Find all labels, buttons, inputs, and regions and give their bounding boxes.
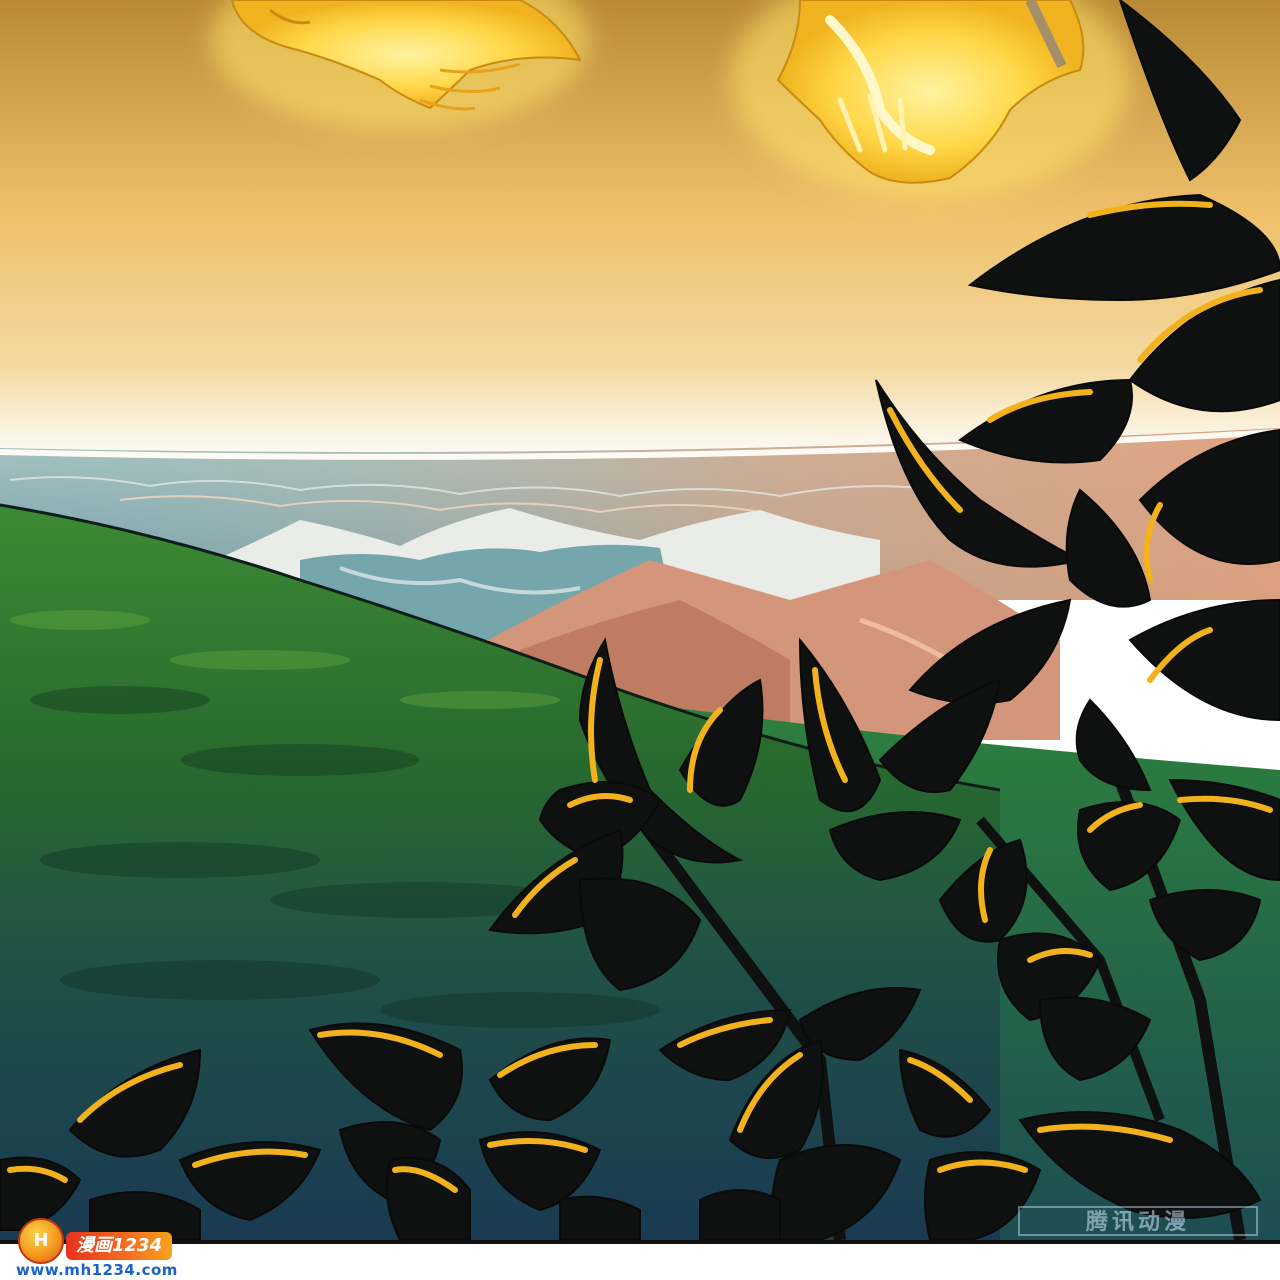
watermark-logo-letter: H [33, 1230, 49, 1251]
comic-panel: 腾讯动漫 H 漫画1234 www.mh1234.com [0, 0, 1280, 1280]
watermark-url: www.mh1234.com [16, 1261, 178, 1279]
watermark-logo-icon: H [18, 1218, 64, 1264]
corner-watermark: 腾讯动漫 [1018, 1206, 1258, 1236]
bottom-strip [0, 1240, 1280, 1280]
scene-illustration [0, 0, 1280, 1240]
watermark-badge: 漫画1234 [66, 1232, 173, 1260]
